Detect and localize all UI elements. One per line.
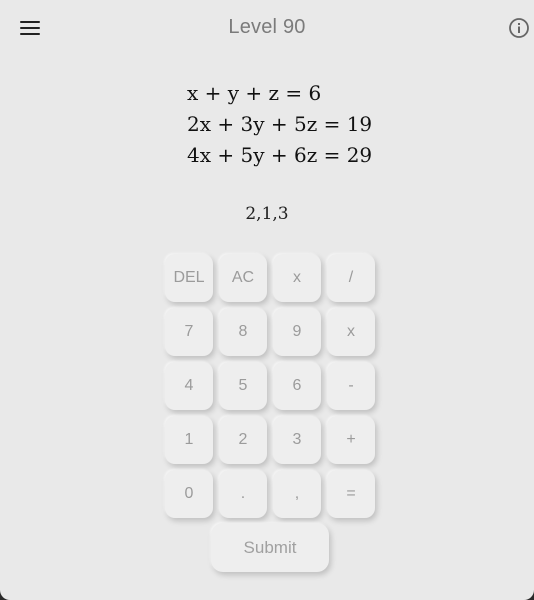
key-0[interactable]: 0 — [165, 470, 213, 518]
equation-line: x + y + z = 6 — [187, 81, 322, 105]
equation-line: 4x + 5y + 6z = 29 — [187, 143, 373, 167]
submit-button[interactable]: Submit — [211, 523, 329, 572]
window-corner — [524, 590, 534, 600]
answer-input-display[interactable]: 2,1,3 — [0, 204, 534, 224]
key-4[interactable]: 4 — [165, 362, 213, 410]
key-9[interactable]: 9 — [273, 308, 321, 356]
key-1[interactable]: 1 — [165, 416, 213, 464]
key-divide[interactable]: / — [327, 254, 375, 302]
key-all-clear[interactable]: AC — [219, 254, 267, 302]
key-plus[interactable]: + — [327, 416, 375, 464]
level-title: Level 90 — [228, 16, 306, 38]
key-comma[interactable]: , — [273, 470, 321, 518]
info-icon — [509, 18, 529, 38]
key-2[interactable]: 2 — [219, 416, 267, 464]
key-equals[interactable]: = — [327, 470, 375, 518]
key-8[interactable]: 8 — [219, 308, 267, 356]
key-3[interactable]: 3 — [273, 416, 321, 464]
key-delete[interactable]: DEL — [165, 254, 213, 302]
window-corner — [0, 590, 10, 600]
equation-line: 2x + 3y + 5z = 19 — [187, 112, 373, 136]
key-6[interactable]: 6 — [273, 362, 321, 410]
key-decimal-point[interactable]: . — [219, 470, 267, 518]
equation-system: x + y + z = 6 2x + 3y + 5z = 19 4x + 5y … — [187, 78, 372, 171]
key-7[interactable]: 7 — [165, 308, 213, 356]
keypad: DEL AC x / 7 8 9 x 4 5 6 - 1 2 3 + 0 . ,… — [165, 254, 376, 519]
key-5[interactable]: 5 — [219, 362, 267, 410]
key-multiply[interactable]: x — [327, 308, 375, 356]
app-screen: Level 90 x + y + z = 6 2x + 3y + 5z = 19… — [0, 0, 534, 600]
info-button[interactable] — [508, 17, 530, 39]
key-variable-x[interactable]: x — [273, 254, 321, 302]
key-minus[interactable]: - — [327, 362, 375, 410]
